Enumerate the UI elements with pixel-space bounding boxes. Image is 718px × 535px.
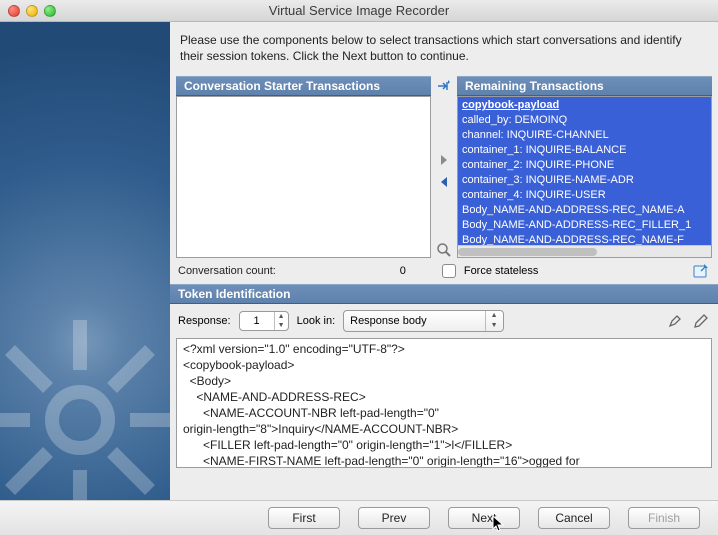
add-all-icon[interactable] — [436, 78, 452, 94]
lookin-combo[interactable]: Response body ▲▼ — [343, 310, 503, 332]
window-controls — [8, 5, 56, 17]
lookin-label: Look in: — [297, 315, 336, 327]
titlebar: Virtual Service Image Recorder — [0, 0, 718, 22]
prev-button[interactable]: Prev — [358, 507, 430, 529]
cancel-button[interactable]: Cancel — [538, 507, 610, 529]
token-identification-header: Token Identification — [170, 284, 718, 304]
remaining-list-item[interactable]: container_3: INQUIRE-NAME-ADR — [460, 173, 709, 188]
remaining-list-item[interactable]: Body_NAME-AND-ADDRESS-REC_NAME-A — [460, 203, 709, 218]
remaining-list-item[interactable]: container_1: INQUIRE-BALANCE — [460, 143, 709, 158]
remaining-list-item[interactable]: channel: INQUIRE-CHANNEL — [460, 128, 709, 143]
minimize-window-button[interactable] — [26, 5, 38, 17]
window-title: Virtual Service Image Recorder — [0, 3, 718, 18]
highlight-tool-icon[interactable] — [666, 312, 684, 330]
remaining-list-item[interactable]: container_2: INQUIRE-PHONE — [460, 158, 709, 173]
wizard-footer: First Prev Next Cancel Finish — [0, 500, 718, 535]
wizard-side-graphic — [0, 22, 170, 500]
remaining-list-item[interactable]: container_4: INQUIRE-USER — [460, 188, 709, 203]
next-button[interactable]: Next — [448, 507, 520, 529]
remaining-column: Remaining Transactions copybook-payloadc… — [457, 76, 712, 258]
conversation-count-value: 0 — [284, 265, 414, 277]
remaining-list-item[interactable]: Body_NAME-AND-ADDRESS-REC_FILLER_1 — [460, 218, 709, 233]
force-stateless-label: Force stateless — [464, 265, 539, 277]
move-left-icon[interactable] — [436, 174, 452, 190]
edit-tool-icon[interactable] — [692, 312, 710, 330]
conversation-count-label: Conversation count: — [178, 265, 276, 277]
response-stepper[interactable]: 1 ▲▼ — [239, 311, 289, 331]
instructions-text: Please use the components below to selec… — [170, 22, 718, 72]
transaction-lists-row: Conversation Starter Transactions — [170, 72, 718, 260]
remaining-header: Remaining Transactions — [457, 76, 712, 96]
count-row: Conversation count: 0 Force stateless — [170, 260, 718, 284]
stepper-arrows[interactable]: ▲▼ — [274, 312, 288, 330]
remaining-hscrollbar[interactable] — [458, 245, 711, 257]
force-stateless-checkbox[interactable] — [442, 264, 456, 278]
conversation-starter-column: Conversation Starter Transactions — [176, 76, 431, 258]
conversation-starter-list[interactable] — [176, 96, 431, 258]
first-button[interactable]: First — [268, 507, 340, 529]
zoom-window-button[interactable] — [44, 5, 56, 17]
response-value: 1 — [240, 312, 274, 330]
close-window-button[interactable] — [8, 5, 20, 17]
response-body-viewer[interactable]: <?xml version="1.0" encoding="UTF-8"?> <… — [176, 338, 712, 468]
wizard-content: Please use the components below to selec… — [170, 22, 718, 500]
remaining-list-item[interactable]: copybook-payload — [460, 98, 709, 113]
move-right-icon[interactable] — [436, 152, 452, 168]
magnifier-icon[interactable] — [436, 242, 452, 258]
remaining-list-item[interactable]: called_by: DEMOINQ — [460, 113, 709, 128]
export-icon[interactable] — [692, 262, 710, 280]
finish-button: Finish — [628, 507, 700, 529]
move-buttons-column — [435, 76, 453, 258]
response-label: Response: — [178, 315, 231, 327]
remaining-list[interactable]: copybook-payloadcalled_by: DEMOINQchanne… — [457, 96, 712, 258]
token-controls-row: Response: 1 ▲▼ Look in: Response body ▲▼ — [170, 304, 718, 338]
combo-arrows-icon: ▲▼ — [485, 311, 503, 331]
lookin-value: Response body — [350, 315, 426, 327]
conversation-starter-header: Conversation Starter Transactions — [176, 76, 431, 96]
